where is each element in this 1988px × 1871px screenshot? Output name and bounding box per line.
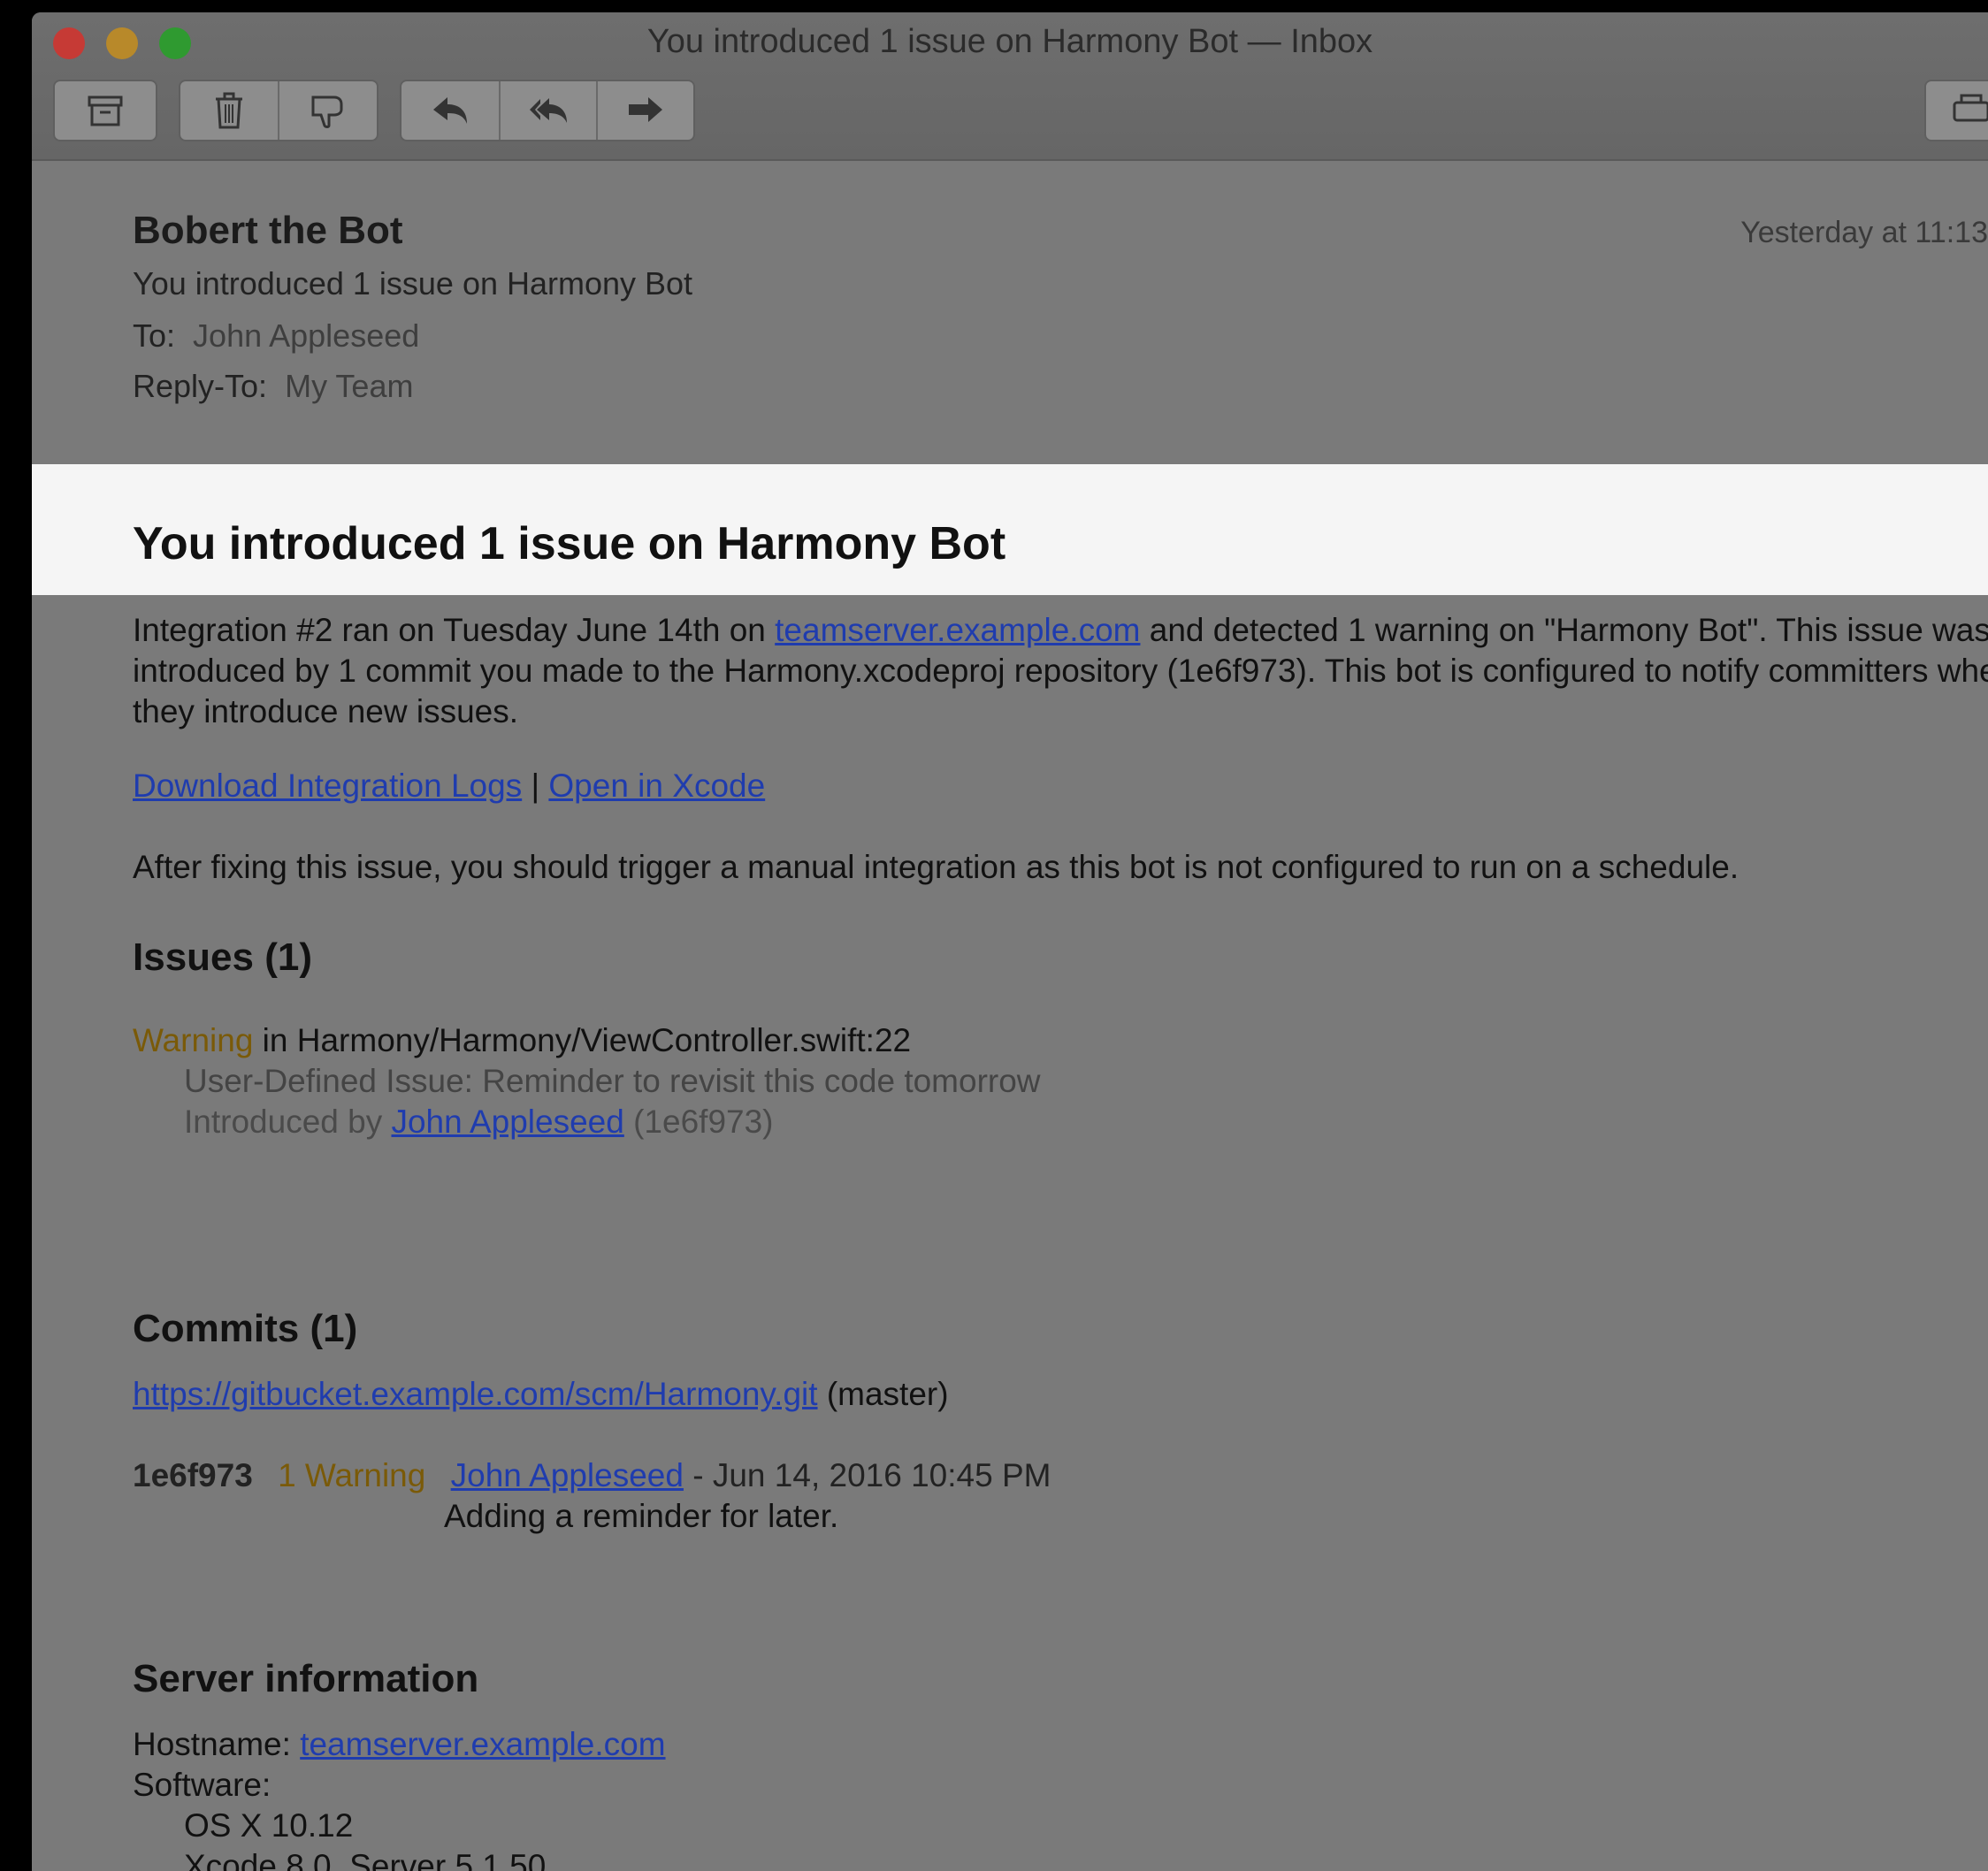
sender-name: Bobert the Bot xyxy=(133,209,403,252)
action-links: Download Integration Logs | Open in Xcod… xyxy=(133,767,765,805)
header-subject: You introduced 1 issue on Harmony Bot xyxy=(133,265,693,302)
issue-item: Warning in Harmony/Harmony/ViewControlle… xyxy=(133,1022,911,1059)
repo-url-link[interactable]: https://gitbucket.example.com/scm/Harmon… xyxy=(133,1376,818,1412)
junk-button[interactable] xyxy=(279,81,377,140)
software-xcode: Xcode 8.0, Server 5.1.50 xyxy=(184,1848,547,1871)
trash-button[interactable] xyxy=(180,81,279,140)
intro-line-3: they introduce new issues. xyxy=(133,693,519,729)
intro-text-cont: and detected 1 warning on "Harmony Bot".… xyxy=(1140,612,1988,648)
headline-banner: You introduced 1 issue on Harmony Bot xyxy=(32,464,1988,595)
teamserver-link[interactable]: teamserver.example.com xyxy=(775,612,1140,648)
reply-to-row: Reply-To: My Team xyxy=(133,368,413,405)
archive-icon xyxy=(88,95,123,126)
reply-button[interactable] xyxy=(401,81,501,140)
forward-icon xyxy=(629,97,662,122)
commits-heading: Commits (1) xyxy=(133,1307,358,1350)
to-value[interactable]: John Appleseed xyxy=(193,317,419,354)
reply-all-button[interactable] xyxy=(501,81,598,140)
window-title: You introduced 1 issue on Harmony Bot — … xyxy=(646,23,1373,60)
reply-to-label: Reply-To: xyxy=(133,368,268,404)
issues-heading: Issues (1) xyxy=(133,936,312,979)
reply-all-icon xyxy=(530,98,567,123)
hostname-link[interactable]: teamserver.example.com xyxy=(300,1726,665,1762)
software-os: OS X 10.12 xyxy=(184,1807,354,1844)
junk-icon xyxy=(311,95,343,128)
commit-warnings: 1 Warning xyxy=(278,1457,426,1493)
commit-row: 1e6f973 1 Warning John Appleseed - Jun 1… xyxy=(133,1457,1051,1494)
repo-row: https://gitbucket.example.com/scm/Harmon… xyxy=(133,1376,949,1413)
issue-location: in Harmony/Harmony/ViewController.swift:… xyxy=(253,1022,912,1058)
received-date: Yesterday at 11:13 xyxy=(1740,216,1988,249)
open-in-xcode-link[interactable]: Open in Xcode xyxy=(548,767,765,804)
link-separator: | xyxy=(531,767,540,804)
issue-message: User-Defined Issue: Reminder to revisit … xyxy=(184,1063,1041,1099)
print-icon xyxy=(1953,94,1988,122)
issue-commit-ref: (1e6f973) xyxy=(623,1104,774,1140)
to-row: To: John Appleseed xyxy=(133,317,419,355)
intro-text: Integration #2 ran on Tuesday June 14th … xyxy=(133,612,776,648)
delete-junk-group xyxy=(179,80,378,141)
download-logs-link[interactable]: Download Integration Logs xyxy=(133,767,522,804)
issue-severity: Warning xyxy=(133,1022,254,1058)
print-button[interactable] xyxy=(1924,80,1988,141)
hostname-label: Hostname: xyxy=(133,1726,301,1762)
hostname-row: Hostname: teamserver.example.com xyxy=(133,1726,666,1763)
intro-paragraph: Integration #2 ran on Tuesday June 14th … xyxy=(133,610,1988,732)
repo-branch: (master) xyxy=(817,1376,949,1412)
archive-group xyxy=(53,80,157,141)
reply-to-value[interactable]: My Team xyxy=(285,368,413,404)
commit-date: - Jun 14, 2016 10:45 PM xyxy=(683,1457,1051,1493)
trash-icon xyxy=(216,92,242,129)
commit-author-link[interactable]: John Appleseed xyxy=(451,1457,684,1493)
issue-author-link[interactable]: John Appleseed xyxy=(391,1104,623,1140)
mail-window: You introduced 1 issue on Harmony Bot — … xyxy=(32,12,1988,1871)
issue-introduced-by: Introduced by John Appleseed (1e6f973) xyxy=(133,1104,774,1141)
server-info-heading: Server information xyxy=(133,1657,479,1700)
introduced-by-label: Introduced by xyxy=(184,1104,392,1140)
email-headline: You introduced 1 issue on Harmony Bot xyxy=(133,518,1006,569)
software-label: Software: xyxy=(133,1767,271,1803)
archive-button[interactable] xyxy=(55,81,156,140)
forward-button[interactable] xyxy=(598,81,693,140)
intro-line-2: introduced by 1 commit you made to the H… xyxy=(133,653,1988,689)
reply-icon xyxy=(433,97,467,124)
reply-group xyxy=(400,80,695,141)
commit-message: Adding a reminder for later. xyxy=(444,1498,839,1534)
manual-integration-note: After fixing this issue, you should trig… xyxy=(133,849,1740,885)
to-label: To: xyxy=(133,317,176,354)
commit-hash: 1e6f973 xyxy=(133,1457,253,1493)
title-bar: You introduced 1 issue on Harmony Bot — … xyxy=(32,12,1988,161)
